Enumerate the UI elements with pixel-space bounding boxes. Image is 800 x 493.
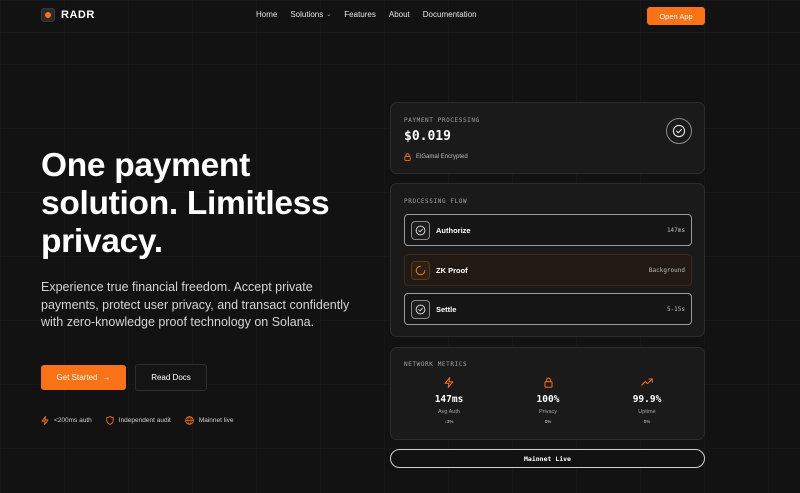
flow-step-authorize: Authorize 147ms bbox=[404, 214, 692, 246]
metric-delta: ↓3% bbox=[444, 419, 454, 424]
hero-subtitle: Experience true financial freedom. Accep… bbox=[41, 280, 350, 329]
nav-link-solutions[interactable]: Solutions ⌄ bbox=[290, 10, 331, 19]
metric-uptime: 99.9% Uptime 0% bbox=[607, 377, 687, 424]
logo-mark-icon bbox=[41, 8, 55, 22]
globe-icon bbox=[185, 416, 194, 425]
hero-title-line-3: privacy. bbox=[41, 223, 163, 260]
network-metrics-card: NETWORK METRICS 147ms Avg Auth ↓3% 100% … bbox=[390, 347, 705, 440]
nav-link-about[interactable]: About bbox=[389, 10, 410, 19]
check-circle-icon bbox=[411, 221, 430, 240]
nav-links: Home Solutions ⌄ Features About Document… bbox=[256, 10, 477, 19]
nav-divider bbox=[0, 32, 800, 33]
step-time: Background bbox=[648, 267, 685, 274]
lightning-icon bbox=[444, 377, 454, 388]
flow-step-settle: Settle 5-15s bbox=[404, 293, 692, 325]
feature-label: Independent audit bbox=[118, 417, 171, 424]
arrow-right-icon: → bbox=[102, 373, 111, 382]
flow-step-zk-proof: ZK Proof Background bbox=[404, 254, 692, 286]
brand-logo[interactable]: RADR bbox=[41, 8, 95, 22]
metric-value: 147ms bbox=[434, 394, 464, 405]
nav-link-documentation[interactable]: Documentation bbox=[423, 10, 477, 19]
metric-privacy: 100% Privacy 0% bbox=[508, 377, 588, 424]
nav-link-home[interactable]: Home bbox=[256, 10, 277, 19]
step-name: Settle bbox=[436, 305, 457, 314]
shield-icon bbox=[106, 416, 114, 425]
feature-item: Independent audit bbox=[106, 416, 171, 425]
step-name: ZK Proof bbox=[436, 266, 468, 275]
feature-item: <200ms auth bbox=[41, 416, 92, 425]
metric-value: 99.9% bbox=[632, 394, 662, 405]
step-time: 5-15s bbox=[666, 306, 685, 313]
hero-title-line-1: One payment bbox=[41, 147, 250, 184]
metric-delta: 0% bbox=[544, 419, 552, 424]
encryption-status: ElGamal Encrypted bbox=[404, 153, 468, 161]
card-label: NETWORK METRICS bbox=[404, 361, 468, 368]
feature-label: <200ms auth bbox=[54, 417, 92, 424]
step-name: Authorize bbox=[436, 226, 471, 235]
check-circle-icon bbox=[411, 300, 430, 319]
hero-title-line-2: solution. Limitless bbox=[41, 185, 330, 222]
encryption-label: ElGamal Encrypted bbox=[416, 154, 468, 160]
lock-icon bbox=[544, 377, 552, 388]
metric-avg-auth: 147ms Avg Auth ↓3% bbox=[409, 377, 489, 424]
payment-processing-card: PAYMENT PROCESSING $0.019 ElGamal Encryp… bbox=[390, 102, 705, 174]
feature-label: Mainnet live bbox=[198, 417, 234, 424]
metric-label: Privacy bbox=[538, 409, 558, 415]
read-docs-button[interactable]: Read Docs bbox=[135, 364, 207, 391]
step-time: 147ms bbox=[666, 227, 685, 234]
get-started-label: Get Started bbox=[56, 373, 98, 382]
card-label: PAYMENT PROCESSING bbox=[404, 117, 480, 124]
metric-delta: 0% bbox=[643, 419, 651, 424]
chevron-down-icon: ⌄ bbox=[326, 12, 332, 18]
mainnet-live-pill[interactable]: Mainnet Live bbox=[390, 449, 705, 468]
processing-flow-card: PROCESSING FLOW Authorize 147ms ZK Proof… bbox=[390, 183, 705, 337]
metric-label: Avg Auth bbox=[438, 409, 460, 415]
hero-title: One payment solution. Limitless privacy. bbox=[41, 147, 371, 261]
open-app-button[interactable]: Open App bbox=[647, 7, 705, 25]
nav-link-solutions-label: Solutions bbox=[290, 10, 324, 19]
feature-list: <200ms auth Independent audit Mainnet li… bbox=[41, 416, 248, 425]
lock-icon bbox=[404, 153, 411, 161]
card-label: PROCESSING FLOW bbox=[404, 198, 468, 205]
check-circle-icon bbox=[666, 118, 692, 144]
feature-item: Mainnet live bbox=[185, 416, 234, 425]
metric-value: 100% bbox=[536, 394, 560, 405]
metric-label: Uptime bbox=[638, 409, 656, 415]
brand-name: RADR bbox=[61, 9, 95, 21]
trending-up-icon bbox=[641, 378, 653, 386]
lightning-icon bbox=[41, 416, 49, 425]
payment-amount: $0.019 bbox=[404, 129, 451, 144]
top-nav: RADR Home Solutions ⌄ Features About Doc… bbox=[0, 0, 800, 32]
get-started-button[interactable]: Get Started → bbox=[41, 365, 126, 390]
loading-spinner-icon bbox=[411, 261, 430, 280]
nav-link-features[interactable]: Features bbox=[344, 10, 376, 19]
